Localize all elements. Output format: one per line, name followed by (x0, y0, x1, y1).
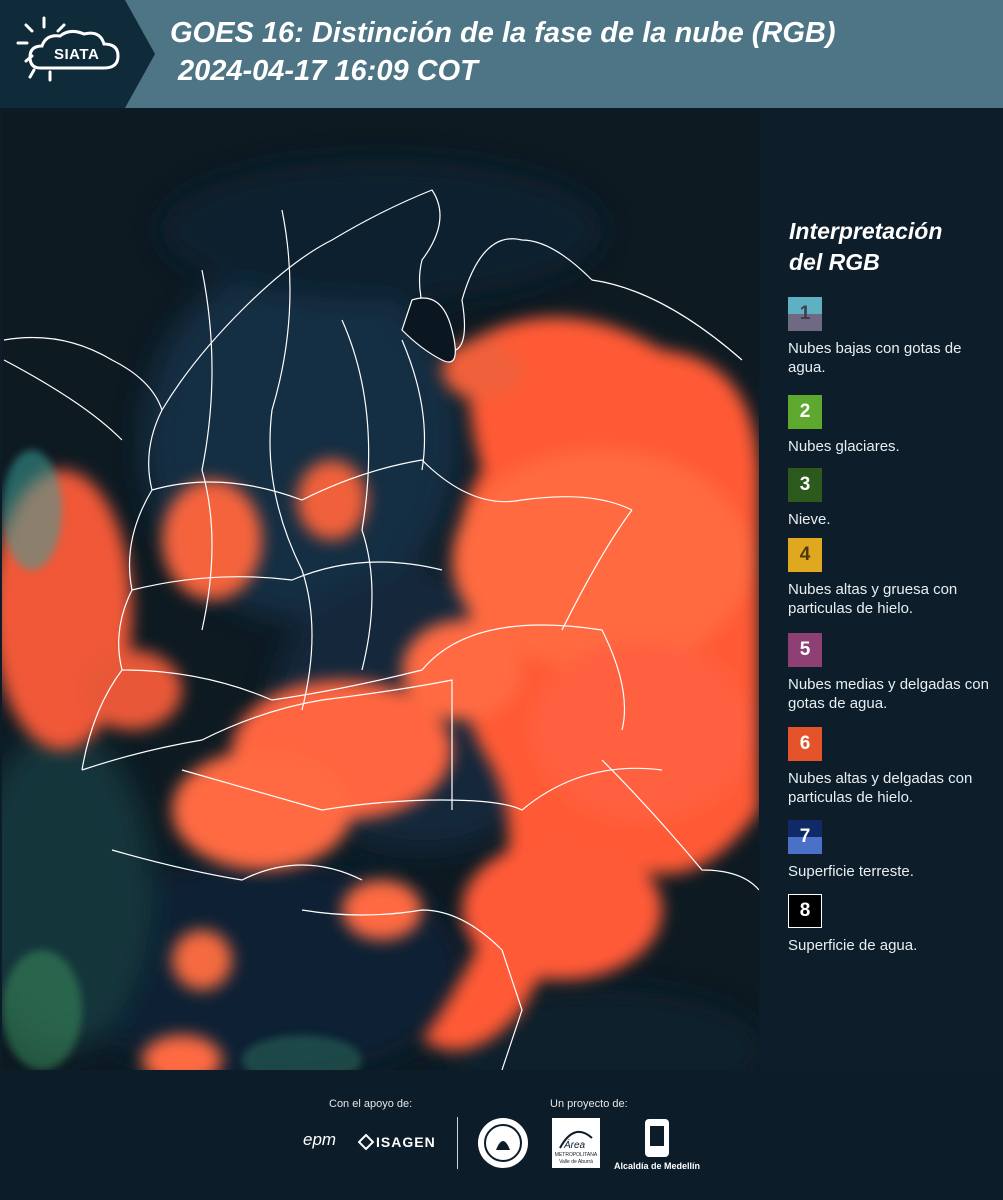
footer-divider (457, 1117, 458, 1169)
legend-item: 7 Superficie terreste. (788, 820, 1000, 881)
legend-label: Nubes altas y gruesa con particulas de h… (788, 581, 958, 617)
legend-swatch: 7 (788, 820, 822, 854)
legend-swatch: 3 (788, 468, 822, 502)
legend-label: Nubes medias y delgadas con gotas de agu… (788, 676, 989, 712)
logo-text: SIATA (54, 46, 100, 63)
header-bar: SIATA GOES 16: Distinción de la fase de … (0, 0, 1003, 108)
legend-number: 5 (799, 639, 811, 660)
isagen-logo: ISAGEN (376, 1134, 436, 1150)
legend-label: Superficie de agua. (788, 937, 918, 954)
legend-label: Nieve. (788, 511, 831, 528)
legend-number: 3 (799, 474, 811, 495)
legend-item: 5 Nubes medias y delgadas con gotas de a… (788, 633, 1000, 713)
epm-logo: epm (303, 1130, 337, 1149)
area-logo-subtext-1: METROPOLITANA (554, 1152, 598, 1158)
legend-title-line-1: Interpretación (789, 218, 943, 244)
legend-swatch: 6 (788, 727, 822, 761)
alcaldia-logo: Alcaldía de Medellín (614, 1161, 701, 1171)
title-line-1: GOES 16: Distinción de la fase de la nub… (170, 17, 836, 49)
legend-number: 6 (799, 733, 811, 754)
legend-swatch: 5 (788, 633, 822, 667)
coat-of-arms-icon (645, 1119, 669, 1157)
legend-number: 4 (799, 544, 811, 565)
area-logo-text: Área (564, 1140, 586, 1151)
satellite-map (2, 110, 759, 1070)
area-logo-subtext-2: Valle de Aburrá (559, 1159, 593, 1165)
legend-swatch: 4 (788, 538, 822, 572)
legend-panel: Interpretación del RGB 1 Nubes bajas con… (760, 110, 1003, 1070)
legend-swatch: 8 (788, 894, 822, 928)
satellite-image (2, 110, 759, 1070)
legend-item: 3 Nieve. (788, 468, 1000, 529)
siata-logo: SIATA (0, 0, 155, 108)
legend-label: Nubes altas y delgadas con particulas de… (788, 770, 973, 806)
title-line-2: 2024-04-17 16:09 COT (178, 55, 478, 87)
legend-label: Superficie terreste. (788, 863, 914, 880)
seal-icon (478, 1118, 528, 1168)
legend-item: 1 Nubes bajas con gotas de agua. (788, 297, 1000, 377)
legend-number: 7 (799, 826, 811, 847)
legend-number: 2 (799, 401, 811, 422)
legend-swatch: 1 (788, 297, 822, 331)
legend-swatch: 2 (788, 395, 822, 429)
legend-title: Interpretación del RGB (789, 216, 999, 278)
legend-item: 2 Nubes glaciares. (788, 395, 1000, 456)
project-label: Un proyecto de: (550, 1098, 628, 1110)
legend-label: Nubes bajas con gotas de agua. (788, 340, 962, 376)
support-label: Con el apoyo de: (329, 1098, 413, 1110)
legend-number: 8 (799, 900, 811, 921)
isagen-icon (358, 1134, 374, 1150)
legend-item: 8 Superficie de agua. (788, 894, 1000, 955)
legend-item: 6 Nubes altas y delgadas con particulas … (788, 727, 1000, 807)
page-title: GOES 16: Distinción de la fase de la nub… (170, 14, 836, 90)
legend-title-line-2: del RGB (789, 249, 880, 275)
legend-label: Nubes glaciares. (788, 438, 900, 455)
footer: Con el apoyo de: Un proyecto de: epm ISA… (0, 1070, 1003, 1200)
legend-number: 1 (799, 303, 811, 324)
legend-item: 4 Nubes altas y gruesa con particulas de… (788, 538, 1000, 618)
